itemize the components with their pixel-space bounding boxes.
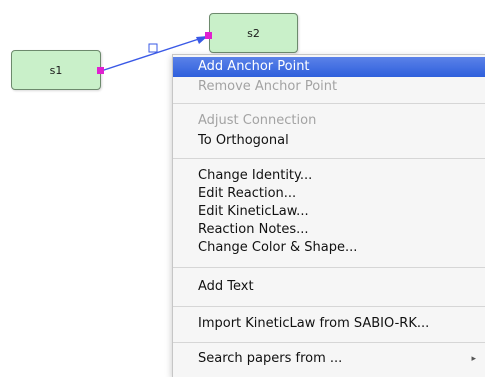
submenu-arrow-icon: ▸ (471, 354, 476, 364)
menu-item-import-kineticlaw-sabio-rk[interactable]: Import KineticLaw from SABIO-RK... (173, 314, 485, 334)
menu-item-change-color-shape[interactable]: Change Color & Shape... (173, 238, 485, 258)
menu-separator (173, 342, 485, 343)
menu-item-search-papers-label: Search papers from ... (198, 351, 343, 366)
menu-item-to-orthogonal[interactable]: To Orthogonal (173, 131, 485, 151)
species-node-s2[interactable]: s2 (209, 13, 298, 53)
species-node-s1-label: s1 (49, 63, 63, 77)
diagram-canvas[interactable]: s1 s2 Add Anchor Point Remove Anchor Poi… (0, 0, 485, 377)
menu-item-reaction-notes[interactable]: Reaction Notes... (173, 220, 485, 240)
menu-item-add-anchor-point[interactable]: Add Anchor Point (173, 57, 485, 77)
anchor-handle-s1[interactable] (97, 67, 104, 74)
anchor-handle-s2[interactable] (205, 32, 212, 39)
menu-item-search-papers[interactable]: Search papers from ... ▸ (173, 349, 485, 369)
menu-item-change-identity[interactable]: Change Identity... (173, 166, 485, 186)
menu-item-edit-kineticlaw[interactable]: Edit KineticLaw... (173, 202, 485, 222)
menu-separator (173, 158, 485, 159)
edge-midpoint-handle[interactable] (148, 43, 158, 53)
menu-separator (173, 267, 485, 268)
menu-separator (173, 103, 485, 104)
menu-item-remove-anchor-point: Remove Anchor Point (198, 79, 338, 94)
menu-item-edit-reaction[interactable]: Edit Reaction... (173, 184, 485, 204)
context-menu: Add Anchor Point Remove Anchor Point Adj… (172, 54, 485, 377)
species-node-s2-label: s2 (247, 26, 260, 40)
menu-item-add-text[interactable]: Add Text (173, 277, 485, 297)
species-node-s1[interactable]: s1 (11, 50, 101, 90)
menu-separator (173, 306, 485, 307)
menu-item-adjust-connection: Adjust Connection (198, 113, 317, 128)
